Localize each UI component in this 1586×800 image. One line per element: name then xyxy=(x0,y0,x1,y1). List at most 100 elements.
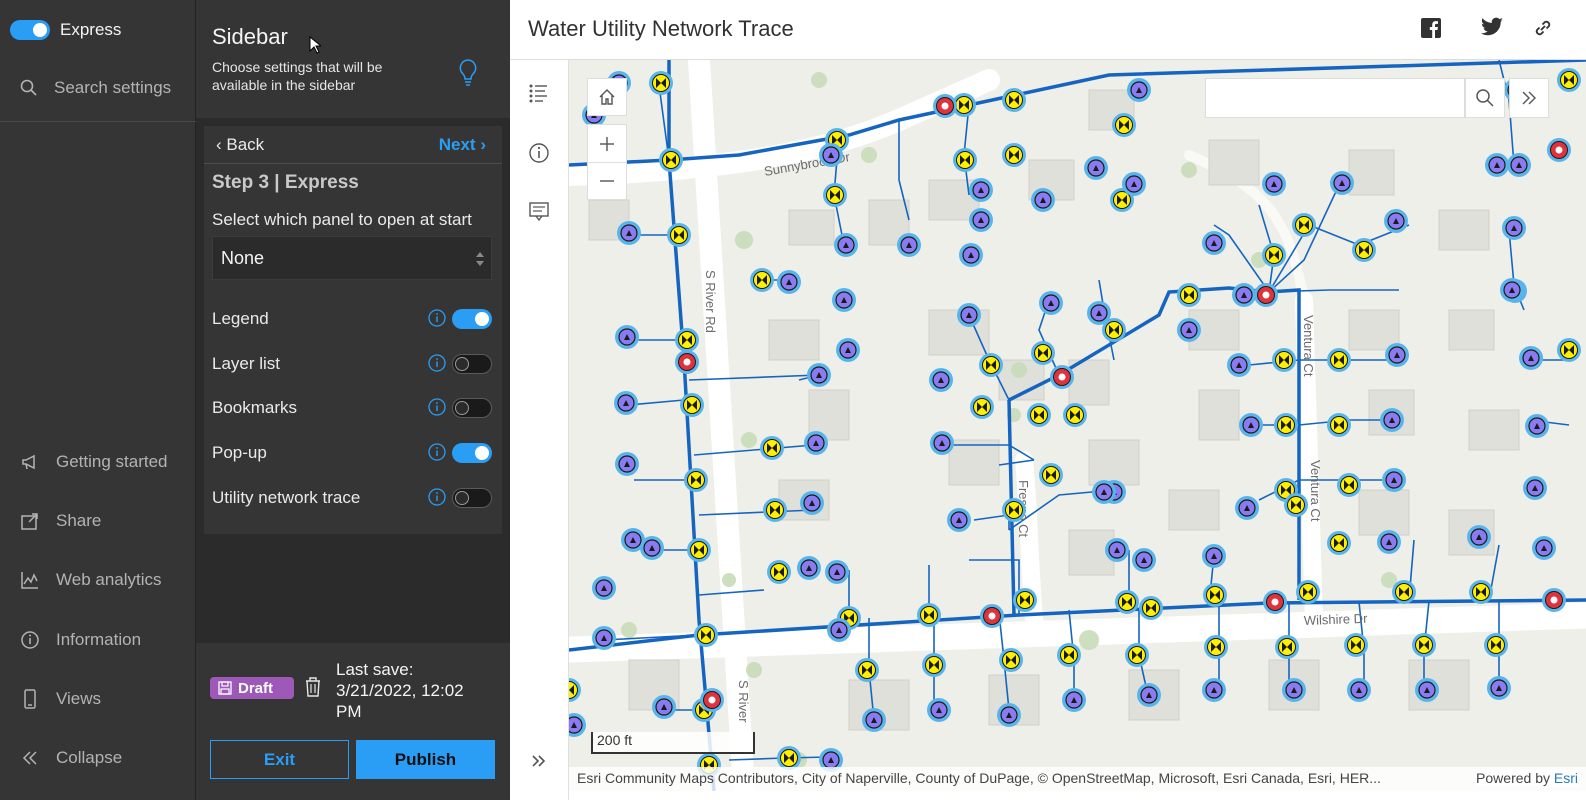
service-meter-icon[interactable] xyxy=(652,695,676,719)
service-meter-icon[interactable] xyxy=(807,363,831,387)
information-icon[interactable] xyxy=(528,142,550,164)
nav-collapse[interactable]: Collapse xyxy=(20,748,122,768)
hydrant-icon[interactable] xyxy=(1263,590,1287,614)
valve-icon[interactable] xyxy=(763,498,787,522)
hydrant-icon[interactable] xyxy=(1542,588,1566,612)
valve-icon[interactable] xyxy=(1327,531,1351,555)
service-meter-icon[interactable] xyxy=(969,178,993,202)
valve-icon[interactable] xyxy=(1002,498,1026,522)
service-meter-icon[interactable] xyxy=(1500,278,1524,302)
valve-icon[interactable] xyxy=(1296,580,1320,604)
service-meter-icon[interactable] xyxy=(1532,536,1556,560)
service-meter-icon[interactable] xyxy=(1525,414,1549,438)
info-icon[interactable] xyxy=(428,398,446,416)
valve-icon[interactable] xyxy=(1013,588,1037,612)
valve-icon[interactable] xyxy=(970,395,994,419)
valve-icon[interactable] xyxy=(979,353,1003,377)
map-canvas[interactable]: Sunnybrook DrS River RdFresno CtVentura … xyxy=(569,60,1586,791)
service-meter-icon[interactable] xyxy=(615,452,639,476)
valve-icon[interactable] xyxy=(1177,283,1201,307)
service-meter-icon[interactable] xyxy=(777,270,801,294)
service-meter-icon[interactable] xyxy=(1282,678,1306,702)
lightbulb-icon[interactable] xyxy=(458,58,478,88)
exit-button[interactable]: Exit xyxy=(210,740,349,779)
service-meter-icon[interactable] xyxy=(969,208,993,232)
utility-network-trace-toggle[interactable] xyxy=(452,488,492,508)
service-meter-icon[interactable] xyxy=(1347,678,1371,702)
facebook-icon[interactable] xyxy=(1420,17,1442,39)
service-meter-icon[interactable] xyxy=(1087,301,1111,325)
map-expand-button[interactable] xyxy=(1509,78,1549,118)
service-meter-icon[interactable] xyxy=(1092,480,1116,504)
zoom-out-button[interactable] xyxy=(587,162,627,200)
service-meter-icon[interactable] xyxy=(1523,476,1547,500)
layer-list-toggle[interactable] xyxy=(452,354,492,374)
service-meter-icon[interactable] xyxy=(1137,683,1161,707)
valve-icon[interactable] xyxy=(687,538,711,562)
service-meter-icon[interactable] xyxy=(1330,171,1354,195)
valve-icon[interactable] xyxy=(953,148,977,172)
hydrant-icon[interactable] xyxy=(1547,138,1571,162)
service-meter-icon[interactable] xyxy=(832,288,856,312)
service-meter-icon[interactable] xyxy=(927,698,951,722)
service-meter-icon[interactable] xyxy=(640,536,664,560)
service-meter-icon[interactable] xyxy=(1377,530,1401,554)
nav-getting-started[interactable]: Getting started xyxy=(20,452,168,472)
service-meter-icon[interactable] xyxy=(836,338,860,362)
service-meter-icon[interactable] xyxy=(592,626,616,650)
service-meter-icon[interactable] xyxy=(1031,188,1055,212)
service-meter-icon[interactable] xyxy=(1202,544,1226,568)
service-meter-icon[interactable] xyxy=(800,491,824,515)
valve-icon[interactable] xyxy=(1031,341,1055,365)
map-search-button[interactable] xyxy=(1465,78,1505,118)
bookmarks-toggle[interactable] xyxy=(452,398,492,418)
valve-icon[interactable] xyxy=(1039,463,1063,487)
back-button[interactable]: ‹ Back xyxy=(216,135,264,155)
valve-icon[interactable] xyxy=(1469,580,1493,604)
trash-icon[interactable] xyxy=(304,676,322,698)
nav-share[interactable]: Share xyxy=(20,511,101,531)
valve-icon[interactable] xyxy=(684,468,708,492)
valve-icon[interactable] xyxy=(667,223,691,247)
zoom-in-button[interactable] xyxy=(587,124,627,162)
hydrant-icon[interactable] xyxy=(675,350,699,374)
valve-icon[interactable] xyxy=(1337,473,1361,497)
hydrant-icon[interactable] xyxy=(700,688,724,712)
service-meter-icon[interactable] xyxy=(930,431,954,455)
service-meter-icon[interactable] xyxy=(1062,688,1086,712)
popup-icon[interactable] xyxy=(528,200,550,222)
service-meter-icon[interactable] xyxy=(862,708,886,732)
valve-icon[interactable] xyxy=(1272,348,1296,372)
express-toggle-row[interactable]: Express xyxy=(10,20,121,40)
service-meter-icon[interactable] xyxy=(1519,346,1543,370)
service-meter-icon[interactable] xyxy=(1385,343,1409,367)
valve-icon[interactable] xyxy=(649,71,673,95)
service-meter-icon[interactable] xyxy=(804,431,828,455)
service-meter-icon[interactable] xyxy=(1202,231,1226,255)
valve-icon[interactable] xyxy=(1284,493,1308,517)
service-meter-icon[interactable] xyxy=(957,303,981,327)
service-meter-icon[interactable] xyxy=(1467,525,1491,549)
service-meter-icon[interactable] xyxy=(997,703,1021,727)
valve-icon[interactable] xyxy=(1327,413,1351,437)
service-meter-icon[interactable] xyxy=(1039,291,1063,315)
valve-icon[interactable] xyxy=(1484,633,1508,657)
service-meter-icon[interactable] xyxy=(834,233,858,257)
service-meter-icon[interactable] xyxy=(929,368,953,392)
service-meter-icon[interactable] xyxy=(1122,172,1146,196)
valve-icon[interactable] xyxy=(1204,635,1228,659)
valve-icon[interactable] xyxy=(922,653,946,677)
service-meter-icon[interactable] xyxy=(1382,468,1406,492)
nav-views[interactable]: Views xyxy=(20,689,101,709)
valve-icon[interactable] xyxy=(659,148,683,172)
valve-icon[interactable] xyxy=(1063,403,1087,427)
legend-toggle[interactable] xyxy=(452,309,492,329)
valve-icon[interactable] xyxy=(680,393,704,417)
map-search-input[interactable] xyxy=(1205,78,1465,118)
valve-icon[interactable] xyxy=(675,328,699,352)
info-icon[interactable] xyxy=(428,488,446,506)
nav-information[interactable]: Information xyxy=(20,630,141,650)
hydrant-icon[interactable] xyxy=(980,604,1004,628)
service-meter-icon[interactable] xyxy=(1507,153,1531,177)
service-meter-icon[interactable] xyxy=(1384,209,1408,233)
